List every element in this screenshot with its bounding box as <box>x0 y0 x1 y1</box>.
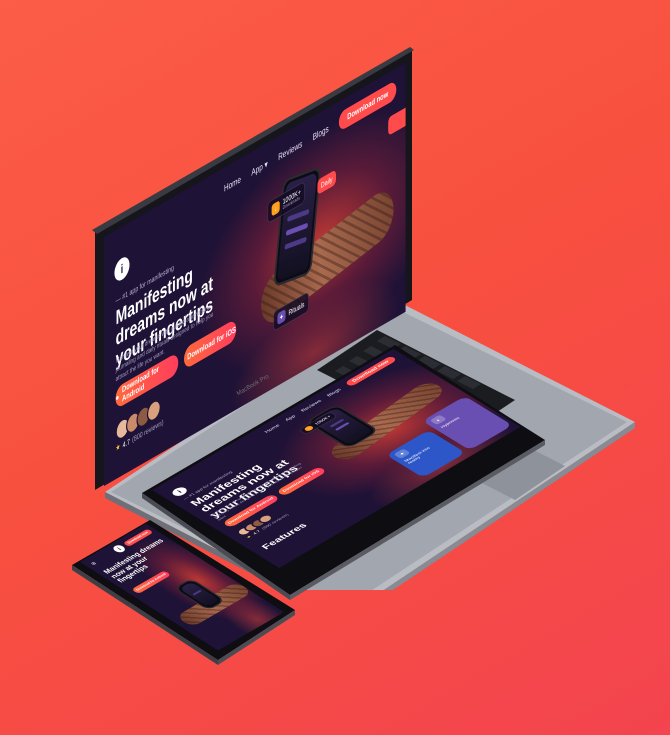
hero-headline: Manifesting dreams now at your fingertip… <box>101 537 166 585</box>
phone-device <box>0 0 670 735</box>
mockup-canvas: { "device_labels": {"laptop_model": "Mac… <box>0 0 670 735</box>
hamburger-icon[interactable]: ≡ <box>89 561 99 567</box>
logo-icon[interactable]: i <box>111 543 128 554</box>
